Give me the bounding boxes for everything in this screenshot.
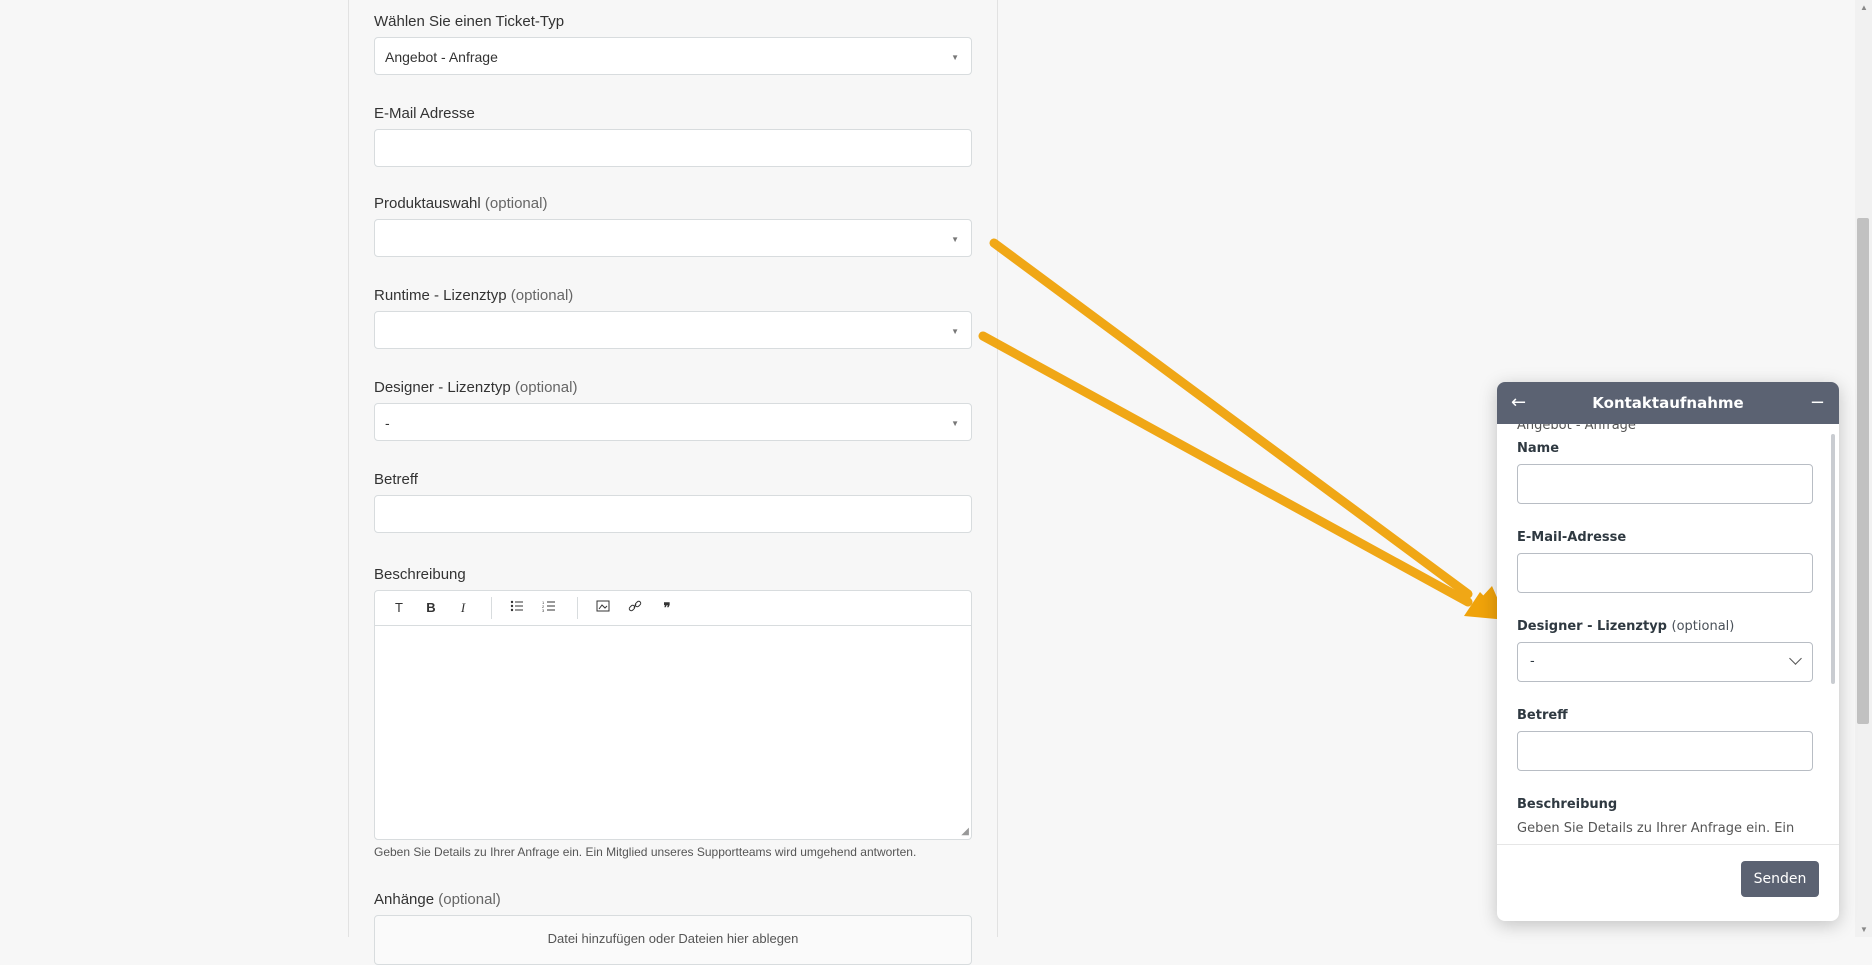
widget-designer-value: -	[1530, 654, 1535, 669]
widget-title: Kontaktaufnahme	[1592, 394, 1744, 412]
arrow-line-runtime	[978, 331, 1473, 607]
chevron-down-icon	[1789, 652, 1802, 665]
widget-name-label: Name	[1517, 441, 1560, 456]
minimize-icon[interactable]: −	[1810, 382, 1825, 424]
widget-email-label: E-Mail-Adresse	[1517, 530, 1627, 545]
send-button[interactable]: Senden	[1741, 861, 1819, 897]
widget-designer-select[interactable]: -	[1517, 642, 1813, 682]
widget-ticket-type-value: Angebot - Anfrage	[1517, 424, 1636, 433]
page-scrollbar[interactable]: ▲ ▼	[1855, 0, 1872, 937]
scroll-down-icon[interactable]: ▼	[1860, 925, 1868, 934]
contact-widget: ← Kontaktaufnahme − Angebot - Anfrage Na…	[1497, 382, 1839, 921]
widget-subject-input[interactable]	[1517, 731, 1813, 771]
arrow-line-product	[989, 238, 1473, 599]
widget-subject-label: Betreff	[1517, 708, 1568, 723]
widget-email-input[interactable]	[1517, 553, 1813, 593]
widget-header: ← Kontaktaufnahme −	[1497, 382, 1839, 424]
scrollbar-thumb[interactable]	[1857, 218, 1869, 724]
widget-footer: Senden	[1497, 844, 1839, 921]
widget-name-input[interactable]	[1517, 464, 1813, 504]
scroll-up-icon[interactable]: ▲	[1860, 3, 1868, 12]
widget-description-label: Beschreibung	[1517, 797, 1618, 812]
widget-scrollbar[interactable]	[1831, 434, 1835, 684]
widget-designer-label: Designer - Lizenztyp (optional)	[1517, 619, 1735, 634]
widget-description-hint: Geben Sie Details zu Ihrer Anfrage ein. …	[1517, 821, 1795, 836]
widget-body[interactable]: Angebot - Anfrage Name E-Mail-Adresse De…	[1497, 424, 1839, 844]
